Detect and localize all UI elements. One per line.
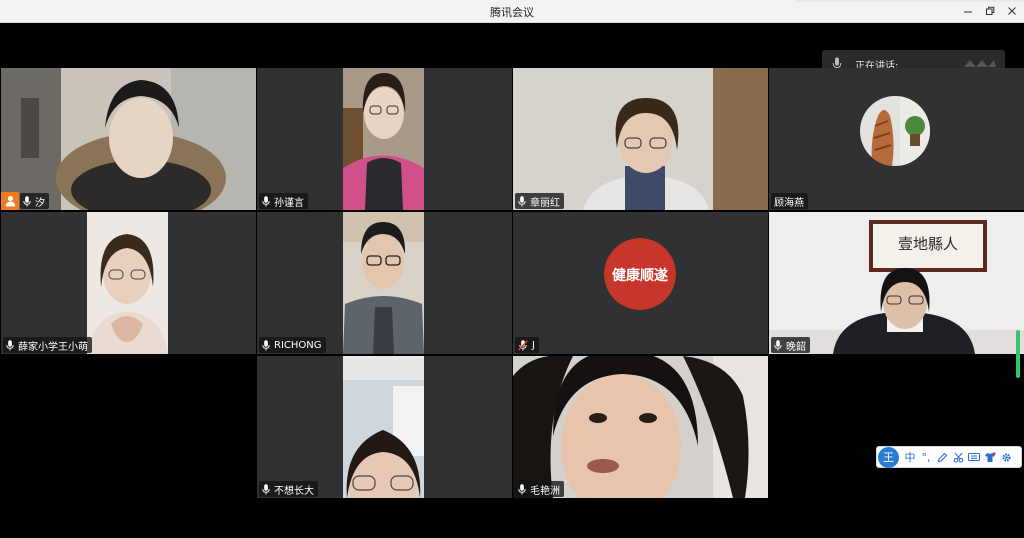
- participant-video: 壹地縣人: [769, 212, 1024, 354]
- participant-tile[interactable]: 不想长大: [257, 356, 512, 498]
- minimize-button[interactable]: [956, 2, 980, 20]
- participant-name: 顾海燕: [774, 197, 804, 209]
- close-button[interactable]: [1000, 2, 1024, 20]
- mic-icon: [262, 195, 270, 206]
- ime-punctuation-toggle[interactable]: °,: [918, 448, 934, 466]
- minimize-icon: [964, 11, 972, 13]
- ime-logo[interactable]: 王: [878, 446, 899, 468]
- participant-nameplate: J: [515, 337, 539, 353]
- mic-icon: [23, 195, 31, 206]
- participant-name: 晚韶: [786, 341, 806, 353]
- participant-tile[interactable]: 毛艳洲: [513, 356, 768, 498]
- grid-scrollbar[interactable]: [1016, 330, 1020, 378]
- window-title: 腾讯会议: [490, 6, 534, 19]
- participant-nameplate: RICHONG: [259, 337, 326, 353]
- pen-icon: [937, 452, 947, 462]
- participant-name: 章丽红: [530, 197, 560, 209]
- ime-screenshot-button[interactable]: [950, 448, 966, 466]
- participant-nameplate: 毛艳洲: [515, 481, 564, 497]
- participant-tile[interactable]: 章丽红: [513, 68, 768, 210]
- ime-mode-toggle[interactable]: 中: [902, 448, 918, 466]
- mic-muted-icon: [518, 339, 528, 350]
- meeting-window: 腾讯会议 正在讲话: 汐 孙谨言 章丽红 顾海燕 薛家小学王小萌 RICHONG…: [0, 0, 1024, 538]
- participant-tile[interactable]: 健康顺遂 J: [513, 212, 768, 354]
- participant-tile[interactable]: RICHONG: [257, 212, 512, 354]
- host-badge: [1, 192, 19, 210]
- mic-icon: [518, 483, 526, 494]
- participant-video: [513, 356, 768, 498]
- wall-calligraphy: 壹地縣人: [898, 235, 958, 253]
- keyboard-icon: [968, 453, 980, 461]
- participant-nameplate: 章丽红: [515, 193, 564, 209]
- participant-name: 薛家小学王小萌: [18, 341, 88, 353]
- shirt-icon: [985, 451, 996, 462]
- participant-nameplate: 薛家小学王小萌: [3, 337, 92, 353]
- mic-icon: [262, 483, 270, 494]
- participant-video: [513, 68, 768, 210]
- participant-avatar: [860, 96, 930, 166]
- participant-name: 不想长大: [274, 485, 314, 497]
- participant-tile[interactable]: 汐: [1, 68, 256, 210]
- mic-icon: [262, 339, 270, 350]
- participant-video: [87, 212, 168, 354]
- restore-icon: [986, 6, 995, 15]
- participant-tile[interactable]: 孙谨言: [257, 68, 512, 210]
- mic-icon: [518, 195, 526, 206]
- user-icon: [5, 195, 15, 207]
- restore-button[interactable]: [978, 2, 1002, 20]
- participant-video: [343, 68, 424, 210]
- gear-icon: [1001, 452, 1011, 462]
- participant-name: 毛艳洲: [530, 485, 560, 497]
- ime-keyboard-button[interactable]: [966, 448, 982, 466]
- participant-nameplate: 顾海燕: [771, 193, 808, 209]
- mic-icon: [6, 339, 14, 350]
- close-icon: [1008, 7, 1016, 15]
- participant-avatar: 健康顺遂: [604, 238, 676, 310]
- title-bar: 腾讯会议: [0, 0, 1024, 23]
- participant-name: 孙谨言: [274, 197, 304, 209]
- participant-video: [343, 356, 424, 498]
- ime-toolbar[interactable]: 王 中 °,: [876, 446, 1022, 468]
- participant-nameplate: 孙谨言: [259, 193, 308, 209]
- participant-nameplate: 不想长大: [259, 481, 318, 497]
- participant-tile[interactable]: 顾海燕: [769, 68, 1024, 210]
- participant-nameplate: 汐: [20, 193, 49, 209]
- participant-name: 汐: [35, 197, 45, 209]
- participant-video: [343, 212, 424, 354]
- participant-name: RICHONG: [274, 339, 322, 351]
- participant-nameplate: 晚韶: [771, 337, 810, 353]
- scissors-icon: [953, 452, 963, 463]
- participant-tile[interactable]: 薛家小学王小萌: [1, 212, 256, 354]
- avatar-logo-text: 健康顺遂: [612, 267, 668, 284]
- ime-settings-button[interactable]: [998, 448, 1014, 466]
- participant-video: [1, 68, 256, 210]
- ime-skin-button[interactable]: [982, 448, 998, 466]
- ime-handwriting-button[interactable]: [934, 448, 950, 466]
- mic-icon: [774, 339, 782, 350]
- participant-tile[interactable]: 壹地縣人 晚韶: [769, 212, 1024, 354]
- participant-name: J: [532, 339, 535, 351]
